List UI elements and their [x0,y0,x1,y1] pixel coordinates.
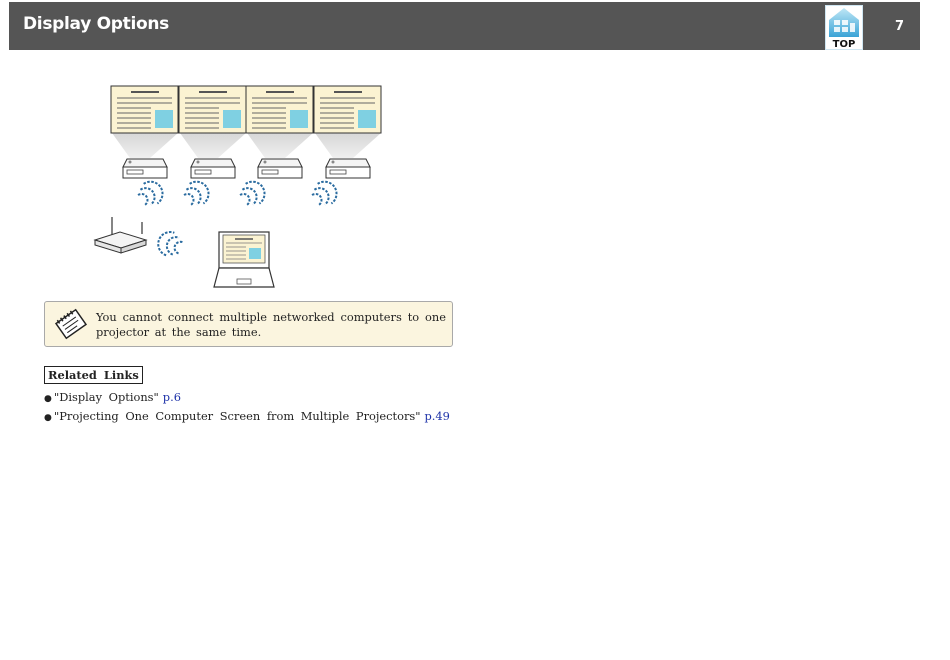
note-box: You cannot connect multiple networked co… [44,301,453,347]
related-links-heading: Related Links [44,366,143,384]
note-pad-icon [54,308,88,340]
projection-beams [112,133,381,158]
bullet-icon: ● [44,394,52,404]
bullet-icon: ● [44,412,52,423]
projectors [122,158,371,179]
top-button[interactable]: TOP [825,5,863,50]
link-title: "Display Options" [54,390,159,404]
wireless-router [93,217,148,254]
page-number: 7 [895,19,905,34]
list-item: ● "Projecting One Computer Screen from Mu… [44,408,450,427]
note-text: You cannot connect multiple networked co… [96,310,446,339]
page-header: Display Options TOP 7 [9,2,920,50]
multi-projector-diagram [93,85,382,288]
laptop-computer [213,231,275,288]
top-button-label: TOP [833,39,856,49]
link-title: "Projecting One Computer Screen from Mul… [54,408,421,423]
projected-screens [110,85,382,134]
page-link[interactable]: p.49 [425,409,450,423]
page-title: Display Options [23,14,169,34]
related-links-list: ● "Display Options" p.6 ● "Projecting One C… [44,389,450,426]
home-icon: TOP [829,8,859,50]
list-item: ● "Display Options" p.6 [44,389,450,408]
page-link[interactable]: p.6 [163,390,181,404]
